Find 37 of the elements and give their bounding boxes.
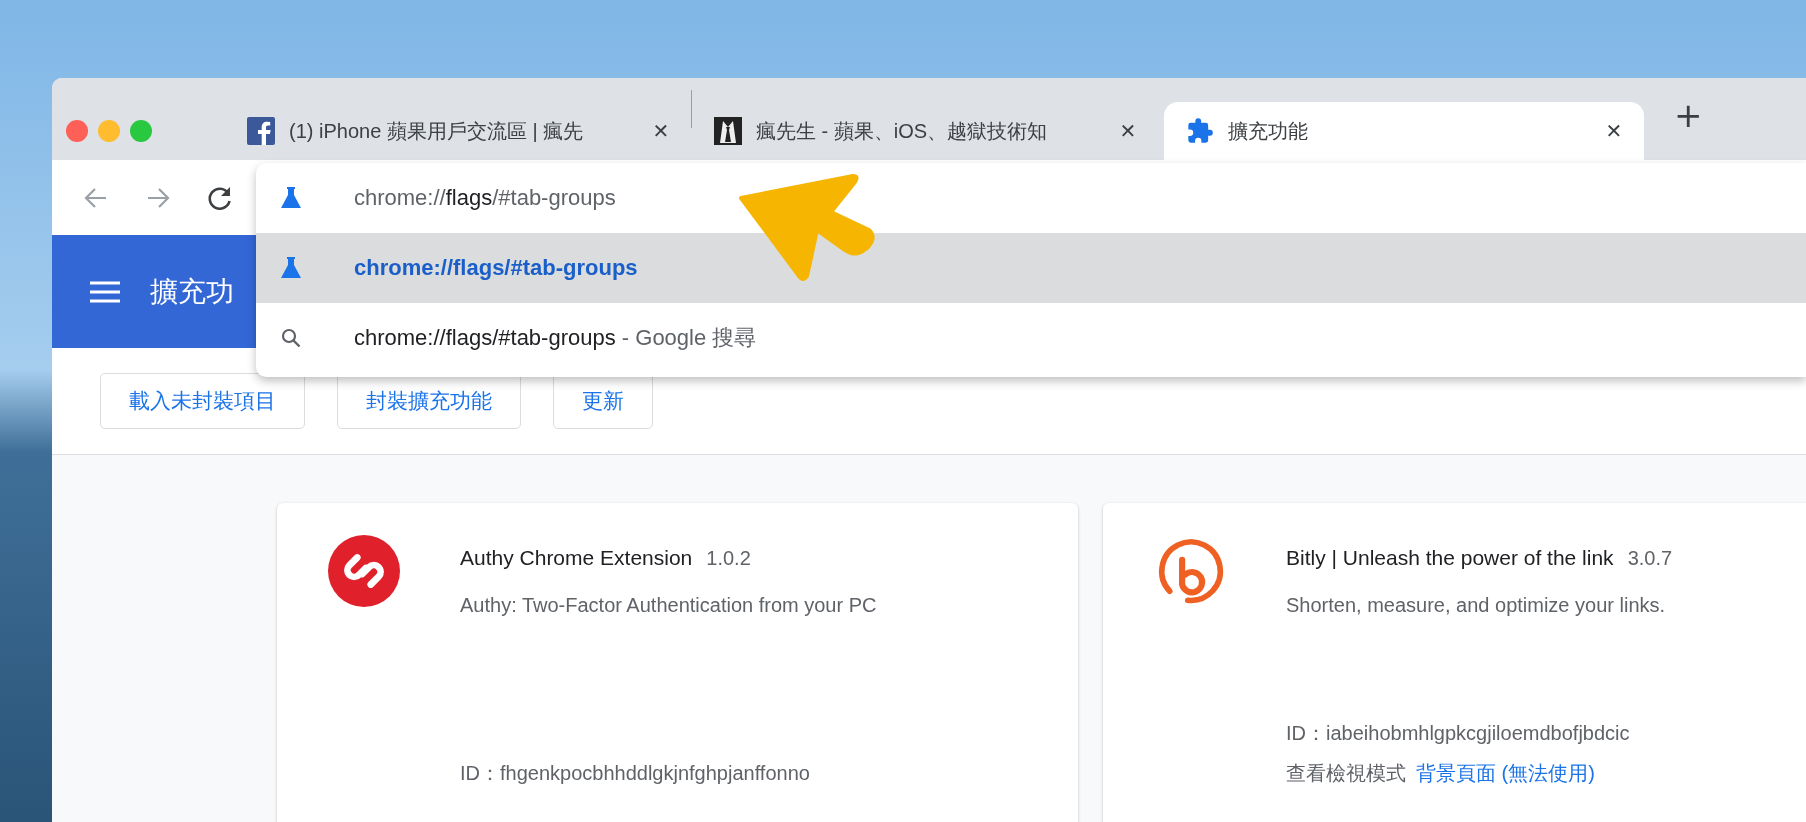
background-page-link[interactable]: 背景頁面 (無法使用) bbox=[1416, 758, 1595, 788]
extension-name: Bitly | Unleash the power of the link bbox=[1286, 545, 1614, 571]
extension-version: 3.0.7 bbox=[1627, 546, 1673, 571]
close-tab-button[interactable]: ✕ bbox=[649, 119, 673, 143]
address-field[interactable]: chrome://flags/#tab-groups bbox=[354, 185, 616, 211]
puzzle-icon bbox=[1186, 117, 1214, 145]
search-icon bbox=[280, 327, 302, 349]
new-tab-button[interactable]: + bbox=[1674, 95, 1703, 135]
toolbar-button[interactable]: 載入未封裝項目 bbox=[100, 373, 305, 429]
suggestion-text: chrome://flags/#tab-groups - Google 搜尋 bbox=[354, 324, 757, 352]
suit-figure-icon bbox=[714, 117, 742, 145]
inspect-views-label: 查看檢視模式 bbox=[1286, 761, 1406, 786]
extension-name: Authy Chrome Extension bbox=[460, 545, 693, 571]
close-tab-button[interactable]: ✕ bbox=[1602, 119, 1626, 143]
flask-icon bbox=[280, 256, 302, 280]
menu-icon[interactable] bbox=[90, 279, 120, 304]
tab-title: 擴充功能 bbox=[1228, 118, 1309, 144]
link-logo-icon bbox=[328, 535, 400, 607]
extension-id: ID：iabeihobmhlgpkcgjiloemdbofjbdcic bbox=[1286, 721, 1631, 746]
close-window-button[interactable] bbox=[66, 120, 88, 142]
extension-description: Shorten, measure, and optimize your links. bbox=[1286, 593, 1667, 618]
suggestion-text: chrome://flags/#tab-groups bbox=[354, 255, 638, 281]
browser-tab[interactable]: 擴充功能 ✕ bbox=[1164, 102, 1644, 160]
extension-description: Authy: Two-Factor Authentication from your PC bbox=[460, 593, 877, 618]
extension-version: 1.0.2 bbox=[706, 546, 751, 571]
extension-id: ID：fhgenkpocbhhddlgkjnfghpjanffonno bbox=[460, 761, 811, 786]
f-letter-icon bbox=[247, 117, 275, 145]
suggestion-row[interactable]: chrome://flags/#tab-groups bbox=[256, 233, 1806, 303]
browser-tab[interactable]: (1) iPhone 蘋果用戶交流區 | 瘋先 ✕ bbox=[225, 102, 691, 160]
suggestion-row[interactable]: chrome://flags/#tab-groups - Google 搜尋 bbox=[256, 303, 1806, 373]
close-tab-button[interactable]: ✕ bbox=[1116, 119, 1140, 143]
zoom-window-button[interactable] bbox=[130, 120, 152, 142]
page-title: 擴充功 bbox=[150, 274, 234, 309]
tab-title: (1) iPhone 蘋果用戶交流區 | 瘋先 bbox=[289, 118, 585, 144]
flask-icon bbox=[280, 186, 302, 210]
browser-tab[interactable]: 瘋先生 - 蘋果、iOS、越獄技術知 ✕ bbox=[692, 102, 1158, 160]
tab-title: 瘋先生 - 蘋果、iOS、越獄技術知 bbox=[756, 118, 1049, 144]
